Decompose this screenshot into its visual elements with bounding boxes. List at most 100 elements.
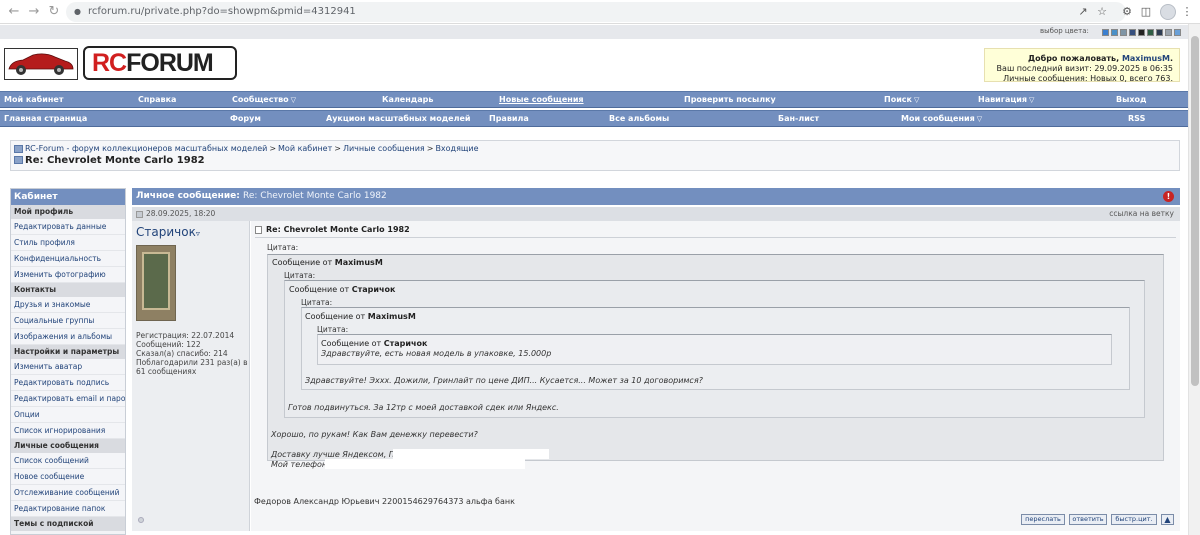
quote-author: Сообщение от Старичок (321, 339, 428, 348)
sidebar-section-header: Мой профиль (11, 205, 125, 219)
back-icon[interactable]: ← (6, 4, 22, 20)
menu-kebab-icon[interactable]: ⋮ (1180, 5, 1194, 19)
chevron-down-icon: ▽ (913, 96, 920, 104)
quote-label: Цитата: (301, 298, 333, 307)
nav-link[interactable]: Проверить посылку (684, 92, 776, 108)
sidebar-link[interactable]: Друзья и знакомые (11, 297, 125, 313)
quote-text: Готов подвинуться. За 12тр с моей достав… (288, 403, 559, 412)
nav-link[interactable]: Сообщество ▽ (232, 92, 296, 108)
breadcrumb-link[interactable]: Входящие (435, 144, 478, 153)
home-icon[interactable] (14, 144, 23, 153)
logo-forum-text: FORUM (126, 49, 214, 77)
bookmark-star-icon[interactable]: ☆ (1095, 5, 1109, 19)
color-swatch[interactable] (1138, 29, 1145, 36)
style-picker-row: выбор цвета: (0, 25, 1188, 39)
sidebar-link[interactable]: Опции (11, 407, 125, 423)
color-swatch[interactable] (1174, 29, 1181, 36)
color-swatch[interactable] (1165, 29, 1172, 36)
post-body: Re: Chevrolet Monte Carlo 1982 Цитата: С… (251, 221, 1180, 531)
sidebar-link[interactable]: Редактировать подпись (11, 375, 125, 391)
sidebar-link[interactable]: Конфиденциальность (11, 251, 125, 267)
sidebar-link[interactable]: Редактирование папок (11, 501, 125, 517)
quote-text: Здравствуйте! Эххх. Дожили, Гринлайт по … (305, 376, 703, 385)
color-swatch[interactable] (1102, 29, 1109, 36)
quote-author: Сообщение от MaximusM (305, 312, 416, 321)
sidebar-link[interactable]: Стиль профиля (11, 235, 125, 251)
usercp-sidebar: Кабинет Мой профиль Редактировать данные С… (10, 188, 126, 535)
page-scrollbar[interactable] (1188, 24, 1200, 535)
report-warning-icon[interactable]: ! (1163, 191, 1174, 202)
welcome-prefix: Добро пожаловать, (1028, 54, 1122, 63)
sidebar-link[interactable]: Изображения и альбомы (11, 329, 125, 345)
scroll-top-icon[interactable]: ▲ (1161, 514, 1174, 525)
breadcrumb-link[interactable]: Мой кабинет (278, 144, 332, 153)
quote-label: Цитата: (317, 325, 349, 334)
sidebar-link[interactable]: Список игнорирования (11, 423, 125, 439)
author-avatar[interactable] (136, 245, 176, 321)
nav-link[interactable]: RSS (1128, 111, 1145, 127)
nav-link[interactable]: Календарь (382, 92, 433, 108)
breadcrumb-separator: > (269, 144, 277, 153)
scrollbar-thumb[interactable] (1191, 36, 1199, 386)
sidebar-link[interactable]: Редактировать email и пароль (11, 391, 125, 407)
author-name-text: Старичок (136, 225, 196, 239)
lock-icon: ● (74, 7, 81, 16)
sidebar-link[interactable]: Список сообщений (11, 453, 125, 469)
profile-avatar-icon[interactable] (1160, 4, 1176, 20)
nav-link[interactable]: Мои сообщения ▽ (901, 111, 982, 127)
nav-link[interactable]: Правила (489, 111, 529, 127)
color-swatch[interactable] (1129, 29, 1136, 36)
quote-text: Здравствуйте, есть новая модель в упаков… (321, 349, 552, 358)
color-swatch[interactable] (1156, 29, 1163, 36)
nav-link[interactable]: Бан-лист (778, 111, 819, 127)
sidebar-link[interactable]: Изменить аватар (11, 359, 125, 375)
username-link[interactable]: MaximusM (1122, 54, 1170, 63)
color-swatch[interactable] (1111, 29, 1118, 36)
author-name[interactable]: Старичок▿ (136, 225, 200, 239)
nav-link[interactable]: Мой кабинет (4, 92, 63, 108)
breadcrumb-link[interactable]: RC-Forum - форум коллекционеров масштабн… (25, 144, 267, 153)
redacted-block (325, 459, 525, 469)
breadcrumb-separator: > (426, 144, 434, 153)
nav-link[interactable]: Выход (1116, 92, 1146, 108)
forward-icon[interactable]: → (26, 4, 42, 20)
forward-button[interactable]: переслать (1021, 514, 1065, 525)
reply-button[interactable]: ответить (1069, 514, 1107, 525)
quick-quote-button[interactable]: быстр.цит. (1111, 514, 1157, 525)
nav-link[interactable]: Поиск ▽ (884, 92, 919, 108)
extensions-icon[interactable]: ⚙ (1120, 5, 1134, 19)
color-swatch[interactable] (1147, 29, 1154, 36)
sidebar-link[interactable]: Редактировать данные (11, 219, 125, 235)
quote-label: Цитата: (267, 243, 299, 252)
author-stats: Регистрация: 22.07.2014 Сообщений: 122 Ска… (136, 331, 248, 376)
breadcrumb-link[interactable]: Личные сообщения (343, 144, 425, 153)
nav-link[interactable]: Аукцион масштабных моделей (326, 111, 471, 127)
sidebar-link[interactable]: Изменить фотографию (11, 267, 125, 283)
nav-link[interactable]: Справка (138, 92, 176, 108)
site-logo-car[interactable] (4, 48, 78, 80)
nav-link[interactable]: Новые сообщения (499, 92, 584, 108)
pm-summary[interactable]: Личные сообщения: Новых 0, всего 763. (985, 74, 1173, 84)
reload-icon[interactable]: ↻ (46, 4, 62, 20)
sidebar-link[interactable]: Отслеживание сообщений (11, 485, 125, 501)
side-panel-icon[interactable]: ◫ (1139, 5, 1153, 19)
thread-permalink[interactable]: ссылка на ветку (1109, 207, 1174, 221)
style-picker-label: выбор цвета: (1040, 27, 1089, 35)
message-header: Личное сообщение: Re: Chevrolet Monte Ca… (132, 188, 1180, 205)
sidebar-link[interactable]: Новое сообщение (11, 469, 125, 485)
sidebar-section-header: Контакты (11, 283, 125, 297)
color-swatch[interactable] (1120, 29, 1127, 36)
avatar-image (142, 252, 170, 310)
main-nav-row-1: Мой кабинет Справка Сообщество ▽ Календарь Но… (0, 91, 1188, 108)
address-bar[interactable]: ● rcforum.ru/private.php?do=showpm&pmid=… (66, 2, 1126, 22)
nav-link[interactable]: Все альбомы (609, 111, 669, 127)
site-logo[interactable]: RCFORUM (83, 46, 237, 80)
quote-text: Доставку лучше Яндексом, ПВЗ (271, 450, 406, 459)
sidebar-link[interactable]: Социальные группы (11, 313, 125, 329)
nav-link[interactable]: Форум (230, 111, 261, 127)
share-icon[interactable]: ↗ (1076, 5, 1090, 19)
nav-link[interactable]: Навигация ▽ (978, 92, 1034, 108)
post-doc-icon (136, 210, 143, 218)
nav-link[interactable]: Главная страница (4, 111, 87, 127)
sidebar-section-header: Настройки и параметры (11, 345, 125, 359)
